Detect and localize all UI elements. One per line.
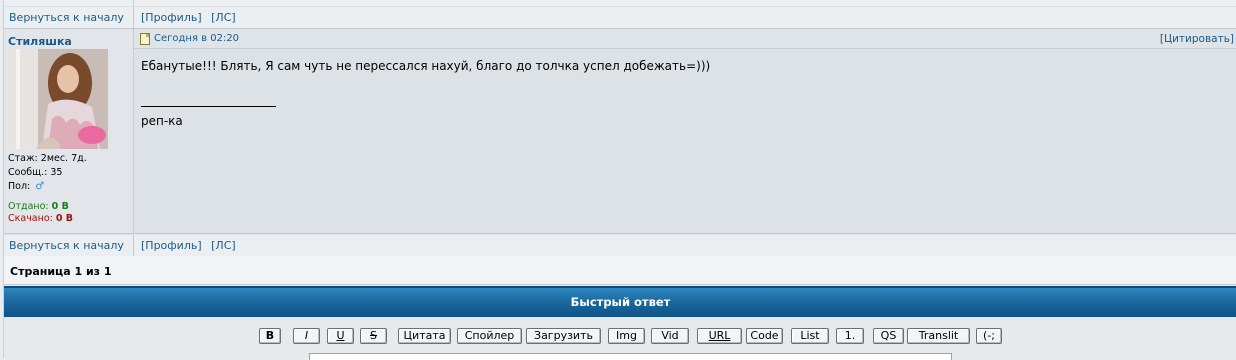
spoiler-button[interactable]: Спойлер bbox=[457, 328, 522, 344]
post-links: [Профиль] [ЛС] bbox=[141, 239, 242, 252]
column-divider bbox=[133, 7, 134, 28]
messages-count: Сообщ.: 35 bbox=[8, 167, 63, 178]
img-button[interactable]: Img bbox=[608, 328, 645, 344]
page-info: Страница 1 из 1 bbox=[10, 265, 112, 278]
column-divider bbox=[133, 235, 134, 256]
translit-button[interactable]: Translit bbox=[907, 328, 970, 344]
post: Стиляшка Стаж: 2мес. 7д. Сообщ.: 35 Пол:… bbox=[4, 29, 1236, 234]
italic-button[interactable]: I bbox=[293, 328, 320, 344]
profile-link[interactable]: [Профиль] bbox=[141, 239, 202, 252]
signature: реп-ка bbox=[141, 114, 183, 128]
avatar-image bbox=[8, 49, 108, 149]
gender: Пол: ♂ bbox=[8, 181, 45, 192]
qs-button[interactable]: QS bbox=[873, 328, 904, 344]
vid-button[interactable]: Vid bbox=[651, 328, 689, 344]
pm-link[interactable]: [ЛС] bbox=[211, 11, 236, 24]
quick-reply-title: Быстрый ответ bbox=[570, 295, 671, 309]
strike-button[interactable]: S bbox=[360, 328, 387, 344]
post-text: Ебанутые!!! Блять, Я сам чуть не пересcа… bbox=[141, 59, 711, 73]
reply-textarea[interactable] bbox=[309, 353, 952, 360]
pagination: Страница 1 из 1 bbox=[4, 256, 1236, 285]
tenure: Стаж: 2мес. 7д. bbox=[8, 153, 87, 164]
bold-button[interactable]: B bbox=[259, 328, 281, 344]
doc-icon[interactable] bbox=[140, 33, 150, 45]
upload-button[interactable]: Загрузить bbox=[526, 328, 601, 344]
back-to-top-link[interactable]: Вернуться к началу bbox=[9, 11, 124, 24]
author-name[interactable]: Стиляшка bbox=[8, 35, 72, 48]
url-button[interactable]: URL bbox=[697, 328, 742, 344]
pm-link[interactable]: [ЛС] bbox=[211, 239, 236, 252]
quote-tag-button[interactable]: Цитата bbox=[398, 328, 451, 344]
list-item-button[interactable]: 1. bbox=[836, 328, 864, 344]
back-to-top-link[interactable]: Вернуться к началу bbox=[9, 239, 124, 252]
downloaded-stat: Скачано: 0 B bbox=[8, 213, 74, 224]
post-author-panel: Стиляшка Стаж: 2мес. 7д. Сообщ.: 35 Пол:… bbox=[4, 29, 134, 233]
underline-button[interactable]: U bbox=[327, 328, 354, 344]
code-button[interactable]: Code bbox=[746, 328, 783, 344]
topic-table: Вернуться к началу [Профиль] [ЛС] Стиляш… bbox=[3, 0, 1236, 360]
quick-reply-toolbar: B I U S Цитата Спойлер Загрузить Img Vid… bbox=[4, 317, 1236, 360]
signature-divider bbox=[141, 106, 276, 107]
given-stat: Отдано: 0 B bbox=[8, 201, 69, 212]
profile-link[interactable]: [Профиль] bbox=[141, 11, 202, 24]
avatar bbox=[8, 49, 108, 149]
list-button[interactable]: List bbox=[791, 328, 829, 344]
post-links: [Профиль] [ЛС] bbox=[141, 11, 242, 24]
post-header: Сегодня в 02:20 [Цитировать] bbox=[134, 29, 1236, 49]
post-footer-bar: Вернуться к началу [Профиль] [ЛС] bbox=[4, 234, 1236, 257]
quick-reply-header: Быстрый ответ bbox=[4, 286, 1236, 317]
quote-button[interactable]: [Цитировать] bbox=[1160, 33, 1234, 45]
smiley-button[interactable]: (-; bbox=[976, 328, 1002, 344]
post-date[interactable]: Сегодня в 02:20 bbox=[154, 33, 239, 44]
forum-page: Вернуться к началу [Профиль] [ЛС] Стиляш… bbox=[0, 0, 1236, 360]
post-footer-bar: Вернуться к началу [Профиль] [ЛС] bbox=[4, 6, 1236, 29]
male-icon: ♂ bbox=[35, 181, 45, 192]
